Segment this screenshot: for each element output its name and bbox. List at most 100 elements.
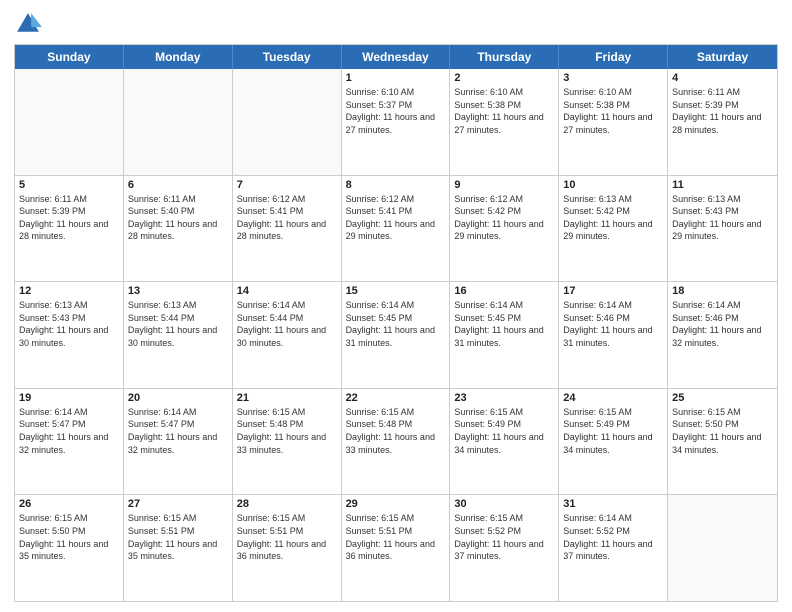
day-info: Sunrise: 6:11 AM Sunset: 5:40 PM Dayligh… bbox=[128, 193, 228, 243]
calendar-cell: 29 Sunrise: 6:15 AM Sunset: 5:51 PM Dayli… bbox=[342, 495, 451, 601]
day-info: Sunrise: 6:15 AM Sunset: 5:51 PM Dayligh… bbox=[237, 512, 337, 562]
calendar-cell: 22Sunrise: 6:15 AM Sunset: 5:48 PM Dayli… bbox=[342, 389, 451, 495]
day-info: Sunrise: 6:13 AM Sunset: 5:44 PM Dayligh… bbox=[128, 299, 228, 349]
day-info: Sunrise: 6:14 AM Sunset: 5:45 PM Dayligh… bbox=[346, 299, 446, 349]
calendar-cell: 24 Sunrise: 6:15 AM Sunset: 5:49 PM Dayli… bbox=[559, 389, 668, 495]
day-number: 12 bbox=[19, 285, 119, 297]
calendar-cell: 2Sunrise: 6:10 AM Sunset: 5:38 PM Daylig… bbox=[450, 69, 559, 175]
day-info: Sunrise: 6:14 AM Sunset: 5:47 PM Dayligh… bbox=[19, 406, 119, 456]
logo-icon bbox=[14, 10, 42, 38]
day-info: Sunrise: 6:13 AM Sunset: 5:42 PM Dayligh… bbox=[563, 193, 663, 243]
day-info: Sunrise: 6:15 AM Sunset: 5:49 PM Dayligh… bbox=[563, 406, 663, 456]
calendar-cell bbox=[124, 69, 233, 175]
day-info: Sunrise: 6:14 AM Sunset: 5:46 PM Dayligh… bbox=[563, 299, 663, 349]
day-number: 9 bbox=[454, 179, 554, 191]
calendar-cell: 3 Sunrise: 6:10 AM Sunset: 5:38 PM Daylig… bbox=[559, 69, 668, 175]
day-number: 4 bbox=[672, 72, 773, 84]
day-info: Sunrise: 6:15 AM Sunset: 5:49 PM Dayligh… bbox=[454, 406, 554, 456]
day-number: 15 bbox=[346, 285, 446, 297]
day-info: Sunrise: 6:13 AM Sunset: 5:43 PM Dayligh… bbox=[19, 299, 119, 349]
day-number: 8 bbox=[346, 179, 446, 191]
calendar-cell: 17Sunrise: 6:14 AM Sunset: 5:46 PM Dayli… bbox=[559, 282, 668, 388]
header bbox=[14, 10, 778, 38]
calendar-cell: 31Sunrise: 6:14 AM Sunset: 5:52 PM Dayli… bbox=[559, 495, 668, 601]
calendar-cell bbox=[668, 495, 777, 601]
day-number: 7 bbox=[237, 179, 337, 191]
day-info: Sunrise: 6:10 AM Sunset: 5:38 PM Dayligh… bbox=[563, 86, 663, 136]
day-info: Sunrise: 6:11 AM Sunset: 5:39 PM Dayligh… bbox=[19, 193, 119, 243]
day-number: 5 bbox=[19, 179, 119, 191]
day-number: 18 bbox=[672, 285, 773, 297]
header-day-tuesday: Tuesday bbox=[233, 45, 342, 69]
day-number: 3 bbox=[563, 72, 663, 84]
calendar: SundayMondayTuesdayWednesdayThursdayFrid… bbox=[14, 44, 778, 602]
day-number: 23 bbox=[454, 392, 554, 404]
day-info: Sunrise: 6:12 AM Sunset: 5:41 PM Dayligh… bbox=[237, 193, 337, 243]
header-day-sunday: Sunday bbox=[15, 45, 124, 69]
day-number: 19 bbox=[19, 392, 119, 404]
calendar-cell: 6 Sunrise: 6:11 AM Sunset: 5:40 PM Daylig… bbox=[124, 176, 233, 282]
header-day-thursday: Thursday bbox=[450, 45, 559, 69]
day-info: Sunrise: 6:15 AM Sunset: 5:50 PM Dayligh… bbox=[19, 512, 119, 562]
day-info: Sunrise: 6:15 AM Sunset: 5:51 PM Dayligh… bbox=[346, 512, 446, 562]
day-info: Sunrise: 6:14 AM Sunset: 5:47 PM Dayligh… bbox=[128, 406, 228, 456]
calendar-cell: 13 Sunrise: 6:13 AM Sunset: 5:44 PM Dayli… bbox=[124, 282, 233, 388]
day-info: Sunrise: 6:15 AM Sunset: 5:52 PM Dayligh… bbox=[454, 512, 554, 562]
calendar-row-0: 1Sunrise: 6:10 AM Sunset: 5:37 PM Daylig… bbox=[15, 69, 777, 176]
calendar-cell: 27Sunrise: 6:15 AM Sunset: 5:51 PM Dayli… bbox=[124, 495, 233, 601]
calendar-cell bbox=[233, 69, 342, 175]
calendar-cell: 21 Sunrise: 6:15 AM Sunset: 5:48 PM Dayli… bbox=[233, 389, 342, 495]
logo bbox=[14, 10, 46, 38]
calendar-cell: 15 Sunrise: 6:14 AM Sunset: 5:45 PM Dayli… bbox=[342, 282, 451, 388]
day-number: 24 bbox=[563, 392, 663, 404]
calendar-row-3: 19 Sunrise: 6:14 AM Sunset: 5:47 PM Dayli… bbox=[15, 389, 777, 496]
day-info: Sunrise: 6:15 AM Sunset: 5:50 PM Dayligh… bbox=[672, 406, 773, 456]
day-number: 13 bbox=[128, 285, 228, 297]
day-number: 10 bbox=[563, 179, 663, 191]
day-info: Sunrise: 6:14 AM Sunset: 5:46 PM Dayligh… bbox=[672, 299, 773, 349]
day-number: 28 bbox=[237, 498, 337, 510]
calendar-cell: 26 Sunrise: 6:15 AM Sunset: 5:50 PM Dayli… bbox=[15, 495, 124, 601]
calendar-cell: 11Sunrise: 6:13 AM Sunset: 5:43 PM Dayli… bbox=[668, 176, 777, 282]
day-info: Sunrise: 6:10 AM Sunset: 5:38 PM Dayligh… bbox=[454, 86, 554, 136]
day-number: 29 bbox=[346, 498, 446, 510]
page: SundayMondayTuesdayWednesdayThursdayFrid… bbox=[0, 0, 792, 612]
day-info: Sunrise: 6:11 AM Sunset: 5:39 PM Dayligh… bbox=[672, 86, 773, 136]
day-number: 30 bbox=[454, 498, 554, 510]
calendar-cell: 10 Sunrise: 6:13 AM Sunset: 5:42 PM Dayli… bbox=[559, 176, 668, 282]
day-number: 27 bbox=[128, 498, 228, 510]
calendar-cell: 28 Sunrise: 6:15 AM Sunset: 5:51 PM Dayli… bbox=[233, 495, 342, 601]
day-number: 21 bbox=[237, 392, 337, 404]
day-number: 31 bbox=[563, 498, 663, 510]
calendar-cell: 16 Sunrise: 6:14 AM Sunset: 5:45 PM Dayli… bbox=[450, 282, 559, 388]
day-number: 11 bbox=[672, 179, 773, 191]
calendar-cell: 7 Sunrise: 6:12 AM Sunset: 5:41 PM Daylig… bbox=[233, 176, 342, 282]
calendar-cell: 12 Sunrise: 6:13 AM Sunset: 5:43 PM Dayli… bbox=[15, 282, 124, 388]
day-info: Sunrise: 6:15 AM Sunset: 5:48 PM Dayligh… bbox=[237, 406, 337, 456]
day-info: Sunrise: 6:12 AM Sunset: 5:41 PM Dayligh… bbox=[346, 193, 446, 243]
calendar-cell: 30 Sunrise: 6:15 AM Sunset: 5:52 PM Dayli… bbox=[450, 495, 559, 601]
calendar-row-1: 5 Sunrise: 6:11 AM Sunset: 5:39 PM Daylig… bbox=[15, 176, 777, 283]
calendar-cell bbox=[15, 69, 124, 175]
day-number: 6 bbox=[128, 179, 228, 191]
calendar-cell: 20 Sunrise: 6:14 AM Sunset: 5:47 PM Dayli… bbox=[124, 389, 233, 495]
header-day-saturday: Saturday bbox=[668, 45, 777, 69]
calendar-cell: 19 Sunrise: 6:14 AM Sunset: 5:47 PM Dayli… bbox=[15, 389, 124, 495]
header-day-wednesday: Wednesday bbox=[342, 45, 451, 69]
calendar-cell: 14 Sunrise: 6:14 AM Sunset: 5:44 PM Dayli… bbox=[233, 282, 342, 388]
day-info: Sunrise: 6:14 AM Sunset: 5:45 PM Dayligh… bbox=[454, 299, 554, 349]
calendar-header: SundayMondayTuesdayWednesdayThursdayFrid… bbox=[15, 45, 777, 69]
day-number: 20 bbox=[128, 392, 228, 404]
day-number: 22 bbox=[346, 392, 446, 404]
day-info: Sunrise: 6:14 AM Sunset: 5:44 PM Dayligh… bbox=[237, 299, 337, 349]
day-number: 16 bbox=[454, 285, 554, 297]
day-info: Sunrise: 6:10 AM Sunset: 5:37 PM Dayligh… bbox=[346, 86, 446, 136]
calendar-body: 1Sunrise: 6:10 AM Sunset: 5:37 PM Daylig… bbox=[15, 69, 777, 601]
calendar-row-4: 26 Sunrise: 6:15 AM Sunset: 5:50 PM Dayli… bbox=[15, 495, 777, 601]
calendar-cell: 5 Sunrise: 6:11 AM Sunset: 5:39 PM Daylig… bbox=[15, 176, 124, 282]
calendar-cell: 9Sunrise: 6:12 AM Sunset: 5:42 PM Daylig… bbox=[450, 176, 559, 282]
day-number: 26 bbox=[19, 498, 119, 510]
calendar-cell: 23 Sunrise: 6:15 AM Sunset: 5:49 PM Dayli… bbox=[450, 389, 559, 495]
day-number: 14 bbox=[237, 285, 337, 297]
calendar-cell: 18 Sunrise: 6:14 AM Sunset: 5:46 PM Dayli… bbox=[668, 282, 777, 388]
